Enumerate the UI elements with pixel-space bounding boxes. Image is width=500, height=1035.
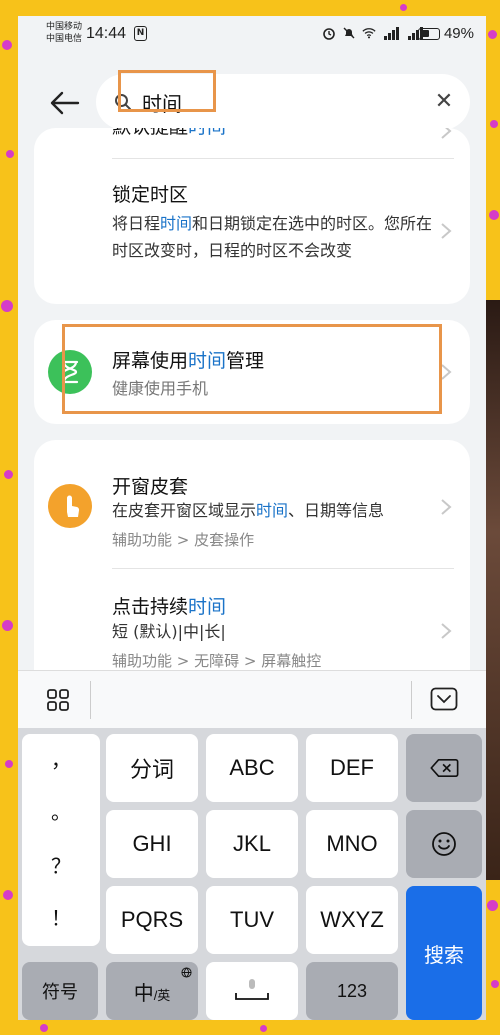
- background-photo: [486, 300, 500, 880]
- bg-dot: [40, 1024, 48, 1032]
- clear-icon[interactable]: ✕: [432, 90, 456, 114]
- symbols-key[interactable]: 符号: [22, 962, 98, 1020]
- language-switch-key[interactable]: 中/英: [106, 962, 198, 1020]
- key-tuv[interactable]: TUV: [206, 886, 298, 954]
- result-card: 默认提醒时间 锁定时区 将日程时间和日期锁定在选中的时区。您所在时区改变时，日程…: [34, 128, 470, 304]
- bg-dot: [4, 470, 13, 479]
- key-ghi[interactable]: GHI: [106, 810, 198, 878]
- punct-key[interactable]: ？: [22, 850, 100, 879]
- key-mno[interactable]: MNO: [306, 810, 398, 878]
- search-key[interactable]: 搜索: [406, 886, 482, 1020]
- nfc-icon: N: [134, 26, 147, 41]
- globe-icon: [181, 967, 192, 978]
- bg-dot: [490, 120, 498, 128]
- lang-main: 中: [133, 982, 154, 1005]
- status-icons: [322, 26, 424, 40]
- result-path: 辅助功能 > 皮套操作: [112, 531, 255, 549]
- punct-key[interactable]: ，: [22, 744, 100, 773]
- key-jkl[interactable]: JKL: [206, 810, 298, 878]
- result-title: 开窗皮套: [112, 476, 189, 498]
- bg-dot: [487, 900, 498, 911]
- result-item-window-cover[interactable]: 开窗皮套 在皮套开窗区域显示时间、日期等信息 辅助功能 > 皮套操作: [34, 440, 470, 568]
- key-abc[interactable]: ABC: [206, 734, 298, 802]
- carrier-labels: 中国移动 中国电信: [46, 21, 82, 45]
- lang-alt: /英: [153, 987, 171, 1003]
- bg-dot: [400, 4, 407, 11]
- battery-percent: 49%: [443, 25, 474, 42]
- result-subtitle: 将日程时间和日期锁定在选中的时区。您所在时区改变时，日程的时区不会改变: [112, 214, 433, 260]
- result-title: 默认提醒时间: [112, 128, 226, 139]
- key-def[interactable]: DEF: [306, 734, 398, 802]
- wifi-icon: [362, 28, 376, 39]
- keyboard-toolbar: [18, 670, 486, 728]
- status-bar: 中国移动 中国电信 14:44 N 49%: [18, 16, 486, 52]
- key-wxyz[interactable]: WXYZ: [306, 886, 398, 954]
- bg-dot: [2, 620, 13, 631]
- battery-icon: [418, 28, 440, 40]
- emoji-key[interactable]: [406, 810, 482, 878]
- key-pqrs[interactable]: PQRS: [106, 886, 198, 954]
- punct-key[interactable]: ！: [22, 902, 100, 931]
- bg-dot: [1, 300, 13, 312]
- result-card: 开窗皮套 在皮套开窗区域显示时间、日期等信息 辅助功能 > 皮套操作 点击持续时…: [34, 440, 470, 700]
- microphone-icon: [235, 979, 269, 1000]
- annotation-box: [118, 70, 216, 112]
- emoji-icon: [432, 832, 456, 856]
- result-item-lock-timezone[interactable]: 锁定时区 将日程时间和日期锁定在选中的时区。您所在时区改变时，日程的时区不会改变: [34, 158, 470, 304]
- annotation-box: [62, 324, 442, 414]
- status-time: 14:44: [86, 25, 127, 42]
- result-path: 辅助功能 > 无障碍 > 屏幕触控: [112, 652, 322, 670]
- bg-dot: [3, 890, 13, 900]
- result-subtitle: 在皮套开窗区域显示时间、日期等信息: [112, 501, 385, 520]
- mute-bell-icon: [343, 27, 355, 39]
- back-arrow-icon[interactable]: [48, 86, 82, 120]
- bg-dot: [489, 210, 499, 220]
- chevron-right-icon: [441, 223, 452, 239]
- backspace-key[interactable]: [406, 734, 482, 802]
- backspace-icon: [430, 759, 459, 777]
- alarm-icon: [323, 28, 335, 40]
- chevron-right-icon: [441, 128, 452, 139]
- bg-dot: [488, 30, 497, 39]
- signal-icon: [382, 26, 400, 40]
- punct-key[interactable]: 。: [22, 796, 100, 825]
- touch-hand-icon: [48, 484, 92, 528]
- chevron-right-icon: [441, 499, 452, 515]
- result-subtitle: 短 (默认)|中|长|: [112, 622, 226, 641]
- carrier-2: 中国电信: [46, 34, 83, 44]
- carrier-1: 中国移动: [46, 22, 83, 32]
- numbers-key[interactable]: 123: [306, 962, 398, 1020]
- grid-menu-icon[interactable]: [46, 688, 70, 712]
- bg-dot: [5, 760, 13, 768]
- chevron-right-icon: [441, 623, 452, 639]
- bg-dot: [6, 150, 14, 158]
- space-key[interactable]: [206, 962, 298, 1020]
- result-title: 点击持续时间: [112, 596, 227, 618]
- toolbar-divider: [90, 681, 91, 719]
- bg-dot: [491, 980, 499, 988]
- key-segment[interactable]: 分词: [106, 734, 198, 802]
- phone-screen: 中国移动 中国电信 14:44 N 49% 时间 ✕ 默认提醒时间: [18, 16, 486, 1020]
- punctuation-column[interactable]: ， 。 ？ ！: [22, 734, 100, 946]
- toolbar-divider: [411, 681, 412, 719]
- result-title: 锁定时区: [112, 184, 189, 206]
- result-item-default-reminder[interactable]: 默认提醒时间: [34, 128, 470, 158]
- bg-dot: [2, 40, 12, 50]
- bg-dot: [260, 1025, 267, 1032]
- keyboard: ， 。 ？ ！ 分词 ABC DEF GHI JKL MNO PQRS TUV …: [18, 728, 486, 1020]
- hide-keyboard-icon[interactable]: [430, 687, 458, 711]
